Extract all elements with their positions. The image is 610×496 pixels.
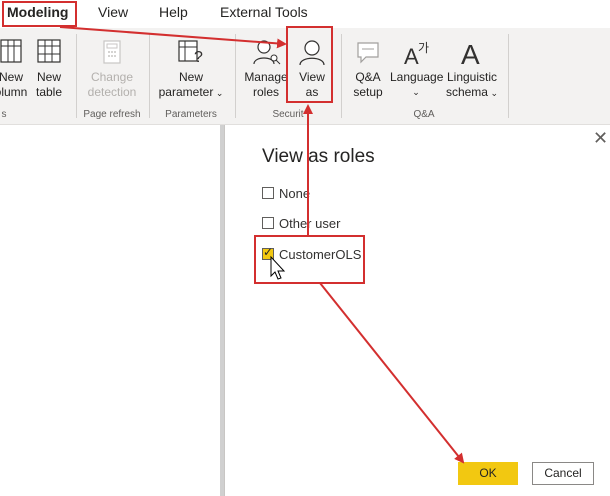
change-detection-label-2: detection <box>87 85 137 99</box>
new-column-label-1: New <box>0 70 23 84</box>
new-table-button[interactable]: New table <box>32 38 66 100</box>
ribbon: New olumn New table s Change detection P… <box>0 28 610 125</box>
group-label-security: Securit <box>272 109 304 120</box>
new-column-button[interactable]: New olumn <box>0 38 28 100</box>
role-label-other-user: Other user <box>279 216 341 231</box>
dialog-title: View as roles <box>262 146 375 167</box>
manage-roles-label-1: Manage <box>244 70 288 84</box>
ok-button[interactable]: OK <box>458 462 518 485</box>
manage-roles-label-2: roles <box>252 85 279 99</box>
role-label-none: None <box>279 186 311 201</box>
role-option-other-user[interactable]: Other user <box>262 216 340 231</box>
report-canvas <box>0 125 220 496</box>
group-label-page-refresh: Page refresh <box>83 109 141 120</box>
menu-bar: Modeling View Help External Tools <box>0 0 610 28</box>
group-separator <box>76 34 77 118</box>
new-parameter-button[interactable]: ? New parameter ⌄ <box>156 38 226 101</box>
view-as-button[interactable]: View as <box>292 38 332 100</box>
qa-setup-button[interactable]: Q&A setup <box>348 38 388 100</box>
svg-text:가: 가 <box>418 41 429 55</box>
table-column-icon <box>0 39 22 63</box>
qa-setup-label-2: setup <box>353 85 383 99</box>
group-separator <box>508 34 509 118</box>
chevron-down-icon: ⌄ <box>213 88 224 98</box>
svg-text:A: A <box>404 44 419 66</box>
menu-external-tools[interactable]: External Tools <box>220 4 308 20</box>
new-table-label-2: table <box>35 85 63 99</box>
language-label: Language <box>390 70 444 84</box>
role-option-none[interactable]: None <box>262 186 310 201</box>
checkbox-customerols[interactable] <box>262 245 274 260</box>
language-button[interactable]: A 가 Language ⌄ <box>390 38 444 100</box>
close-icon[interactable]: ✕ <box>593 128 608 149</box>
group-label-calculations: s <box>1 109 7 120</box>
role-option-customerols[interactable]: CustomerOLS <box>262 245 362 262</box>
group-label-parameters: Parameters <box>165 109 217 120</box>
checkbox-none[interactable] <box>262 187 274 199</box>
linguistic-schema-label-1: Linguistic <box>446 70 498 84</box>
view-as-icon <box>299 40 325 66</box>
group-label-qa: Q&A <box>413 109 435 120</box>
language-icon: A 가 <box>404 41 429 66</box>
view-as-roles-dialog: ✕ View as roles None Other user Customer… <box>224 125 610 496</box>
manage-roles-icon <box>253 40 281 65</box>
linguistic-schema-icon: A <box>461 39 480 66</box>
chat-bubble-icon <box>357 42 379 64</box>
checkbox-other-user[interactable] <box>262 217 274 229</box>
chevron-down-icon: ⌄ <box>487 88 499 98</box>
table-icon <box>37 39 61 63</box>
manage-roles-button[interactable]: Manage roles <box>242 38 290 100</box>
view-as-label-2: as <box>305 85 319 99</box>
calculator-icon <box>103 40 121 64</box>
new-column-label-2: olumn <box>0 85 28 99</box>
linguistic-schema-button[interactable]: A Linguistic schema ⌄ <box>444 38 500 101</box>
menu-modeling[interactable]: Modeling <box>7 4 68 20</box>
menu-help[interactable]: Help <box>159 4 188 20</box>
change-detection-label-1: Change <box>90 70 134 84</box>
view-as-label-1: View <box>299 70 325 84</box>
role-label-customerols: CustomerOLS <box>279 247 362 262</box>
new-parameter-label-2: parameter ⌄ <box>158 85 224 99</box>
group-separator <box>235 34 236 118</box>
chevron-down-icon: ⌄ <box>412 87 420 97</box>
new-parameter-label-1: New <box>178 70 203 84</box>
svg-text:?: ? <box>194 49 203 66</box>
new-table-label-1: New <box>36 70 61 84</box>
svg-text:A: A <box>461 39 480 66</box>
cancel-button[interactable]: Cancel <box>532 462 594 485</box>
group-separator <box>149 34 150 118</box>
change-detection-button[interactable]: Change detection <box>82 38 142 100</box>
group-separator <box>341 34 342 118</box>
parameter-icon: ? <box>178 40 203 66</box>
linguistic-schema-label-2: schema ⌄ <box>445 85 499 99</box>
qa-setup-label-1: Q&A <box>355 70 381 84</box>
menu-view[interactable]: View <box>98 4 128 20</box>
